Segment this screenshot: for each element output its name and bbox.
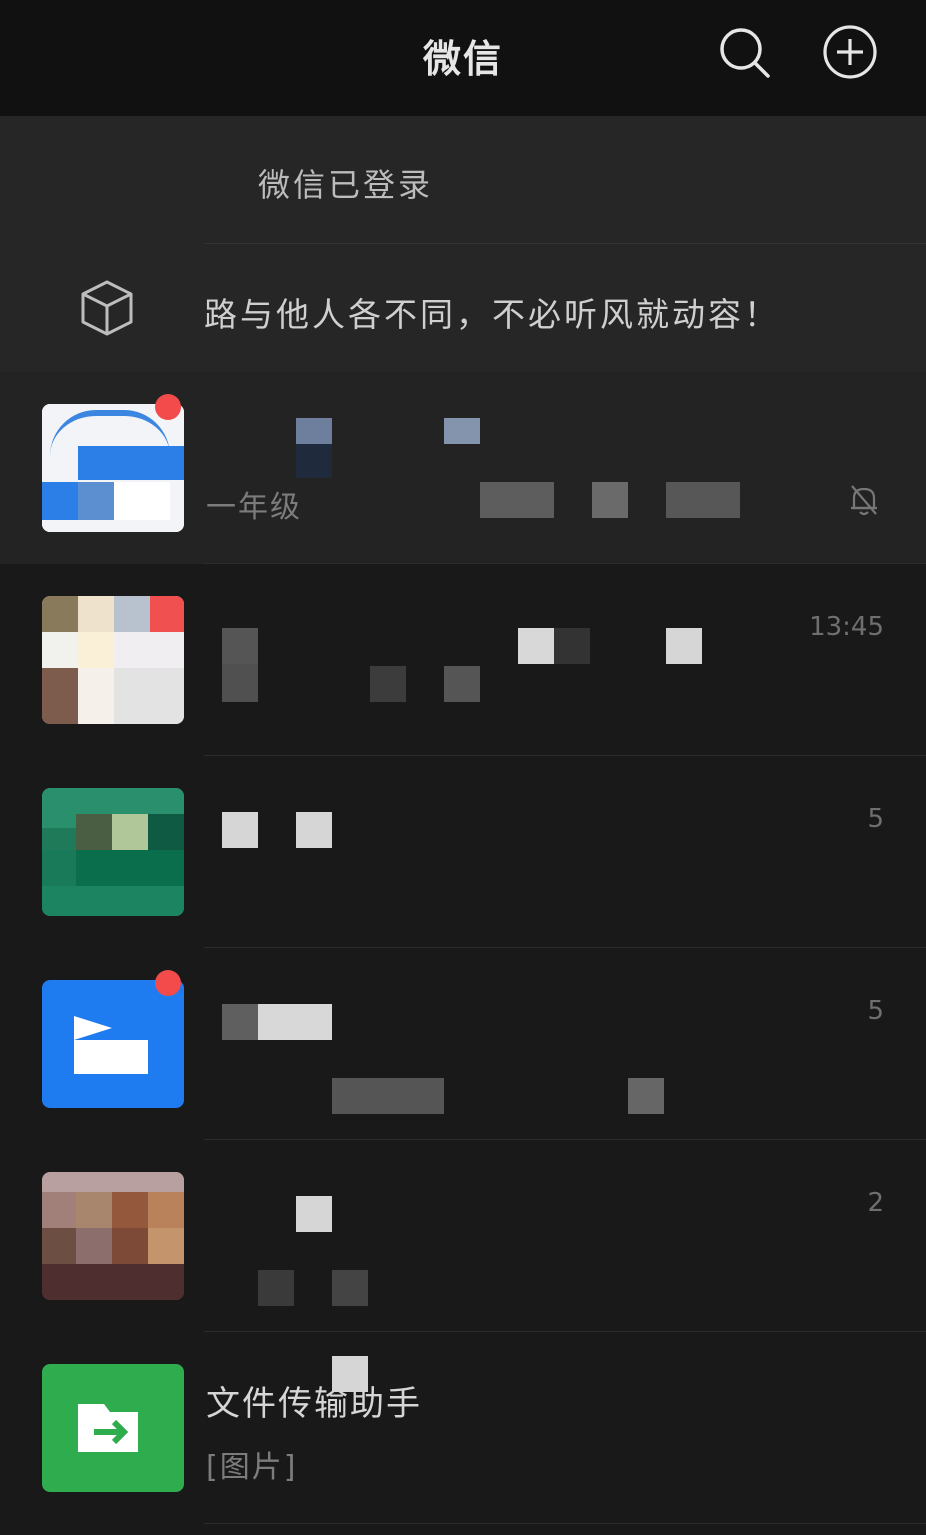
chat-item[interactable]: 2 <box>0 1140 926 1332</box>
chat-item[interactable]: 13:45 <box>0 564 926 756</box>
chat-preview: [图片] <box>206 1450 298 1485</box>
divider <box>204 1523 926 1524</box>
personal-status-row[interactable]: 路与他人各不同，不必听风就动容！ <box>0 244 926 372</box>
avatar <box>42 788 184 916</box>
avatar <box>42 980 184 1108</box>
chat-item[interactable]: 一年级 <box>0 372 926 564</box>
mute-bell-icon <box>851 485 877 516</box>
chat-preview: 一年级 <box>206 490 302 525</box>
avatar <box>42 1172 184 1300</box>
unread-badge <box>155 970 181 996</box>
status-panel: 微信已登录 路与他人各不同，不必听风就动容！ <box>0 116 926 372</box>
chat-list: 一年级 13:45 5 5 2 文件传输助手 [图片] <box>0 372 926 1524</box>
chat-name: 文件传输助手 <box>206 1384 422 1424</box>
chat-item-file-transfer[interactable]: 文件传输助手 [图片] <box>0 1332 926 1524</box>
chat-item[interactable]: 5 <box>0 756 926 948</box>
search-icon <box>720 28 770 78</box>
avatar <box>42 1364 184 1492</box>
search-button[interactable] <box>716 24 772 80</box>
login-status-text: 微信已登录 <box>258 166 434 204</box>
page-title: 微信 <box>422 37 503 81</box>
wechat-app: 微信 微信已登录 路与他人各不同，不必听风就动容！ 一年级 13:45 5 5 … <box>0 0 926 1535</box>
folder-arrow-icon <box>78 1404 138 1452</box>
unread-badge <box>155 394 181 420</box>
login-status-row[interactable]: 微信已登录 <box>0 116 926 244</box>
chat-time: 2 <box>867 1188 884 1218</box>
chat-time: 13:45 <box>809 612 884 642</box>
chat-time: 5 <box>867 996 884 1026</box>
cube-icon <box>81 280 133 336</box>
avatar <box>42 404 184 532</box>
chat-time: 5 <box>867 804 884 834</box>
plus-circle-icon <box>823 25 877 79</box>
avatar <box>42 596 184 724</box>
add-button[interactable] <box>822 24 878 80</box>
chat-item[interactable]: 5 <box>0 948 926 1140</box>
personal-status-text: 路与他人各不同，不必听风就动容！ <box>204 295 780 334</box>
header-bar: 微信 <box>0 0 926 116</box>
